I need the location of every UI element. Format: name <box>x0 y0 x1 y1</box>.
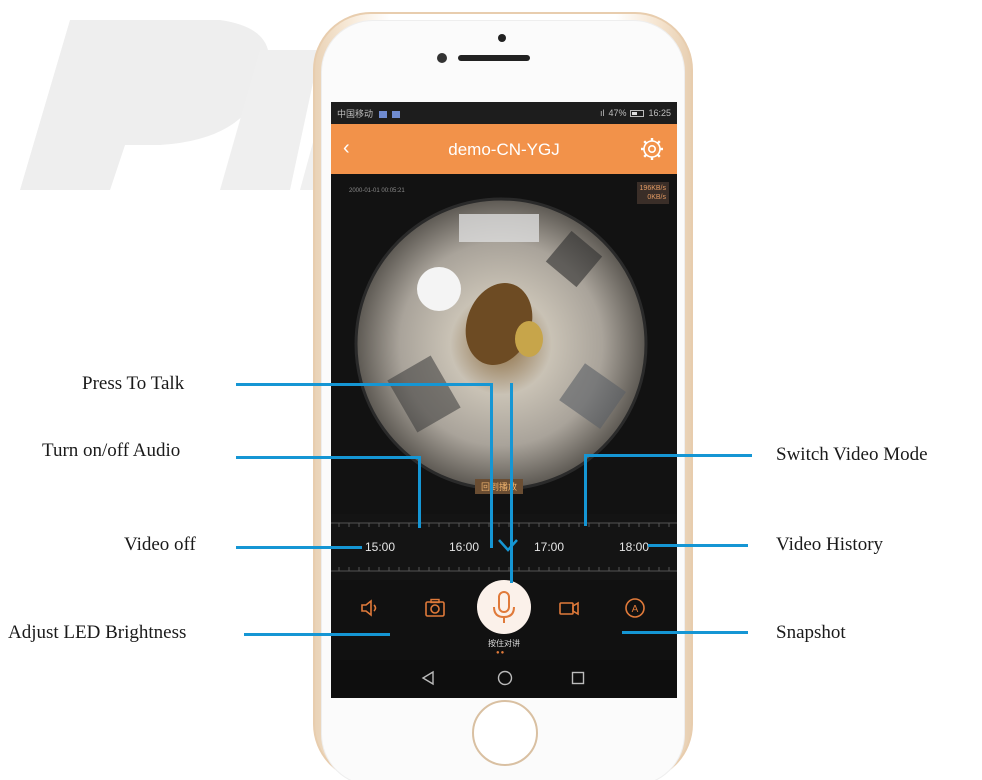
callout-line-audio-v <box>418 456 421 528</box>
callout-line-led <box>244 633 390 636</box>
callout-line-mode <box>584 454 752 457</box>
android-nav-bar <box>331 660 677 698</box>
callout-line-audio <box>236 456 420 459</box>
timeline-label: 17:00 <box>534 540 565 554</box>
callout-press-to-talk: Press To Talk <box>82 373 185 394</box>
svg-text:A: A <box>632 604 639 615</box>
gear-icon[interactable] <box>639 136 665 162</box>
page-dots: ●● <box>496 650 506 656</box>
proximity-sensor <box>437 53 447 63</box>
earpiece-speaker <box>458 55 530 61</box>
square-recent-icon[interactable] <box>571 670 585 686</box>
press-to-talk-label: 按住对讲 <box>488 639 520 648</box>
callout-line-mode-v <box>584 454 587 526</box>
signal-icon: ıl <box>599 108 605 118</box>
status-bar: 中国移动 ıl 47% 16:25 <box>331 102 677 124</box>
device-title: demo-CN-YGJ <box>448 140 560 159</box>
callout-snapshot: Snapshot <box>776 622 846 643</box>
app-header: ‹ demo-CN-YGJ <box>331 124 677 174</box>
front-camera <box>498 34 506 42</box>
timeline-label: 15:00 <box>365 540 396 554</box>
callout-line-press-to-talk-v2 <box>510 383 513 583</box>
timeline-ticks-top <box>331 522 677 527</box>
timeline-ticks-bottom <box>331 567 677 572</box>
control-bar: 按住对讲 ●● A <box>331 580 677 660</box>
microphone-icon <box>493 591 515 623</box>
press-to-talk-button[interactable] <box>477 580 531 634</box>
callout-turn-audio: Turn on/off Audio <box>42 440 181 461</box>
video-view[interactable]: 2000-01-01 00:05:21 196KB/s 0KB/s 回到播放 <box>331 174 677 514</box>
return-playback-button[interactable]: 回到播放 <box>475 479 524 494</box>
callout-video-off: Video off <box>124 534 196 555</box>
auto-mode-icon[interactable]: A <box>623 596 647 620</box>
home-button[interactable] <box>472 700 538 766</box>
circle-home-icon[interactable] <box>497 670 513 686</box>
triangle-back-icon[interactable] <box>421 670 435 686</box>
carrier-label: 中国移动 <box>337 108 374 119</box>
battery-icon <box>630 109 645 117</box>
battery-percent: 47% <box>608 108 627 118</box>
callout-line-press-to-talk-v <box>490 383 493 548</box>
phone-screen: 中国移动 ıl 47% 16:25 ‹ demo-CN-YGJ 2000-01-… <box>331 102 677 698</box>
notification-icon <box>392 110 401 118</box>
timeline-label: 16:00 <box>449 540 480 554</box>
clock: 16:25 <box>648 108 671 118</box>
callout-line-press-to-talk <box>236 383 492 386</box>
callout-line-snapshot <box>622 631 748 634</box>
speaker-icon[interactable] <box>359 596 383 620</box>
callout-line-video-off <box>236 546 362 549</box>
camera-icon[interactable] <box>423 596 447 620</box>
timeline-label: 18:00 <box>619 540 650 554</box>
callout-switch-mode: Switch Video Mode <box>776 444 928 465</box>
callout-line-history <box>648 544 748 547</box>
video-camera-icon[interactable] <box>557 596 581 620</box>
callout-video-history: Video History <box>776 534 884 555</box>
callout-adjust-led: Adjust LED Brightness <box>8 622 187 643</box>
arrow-down-icon <box>498 539 518 552</box>
notification-icon <box>378 110 387 118</box>
